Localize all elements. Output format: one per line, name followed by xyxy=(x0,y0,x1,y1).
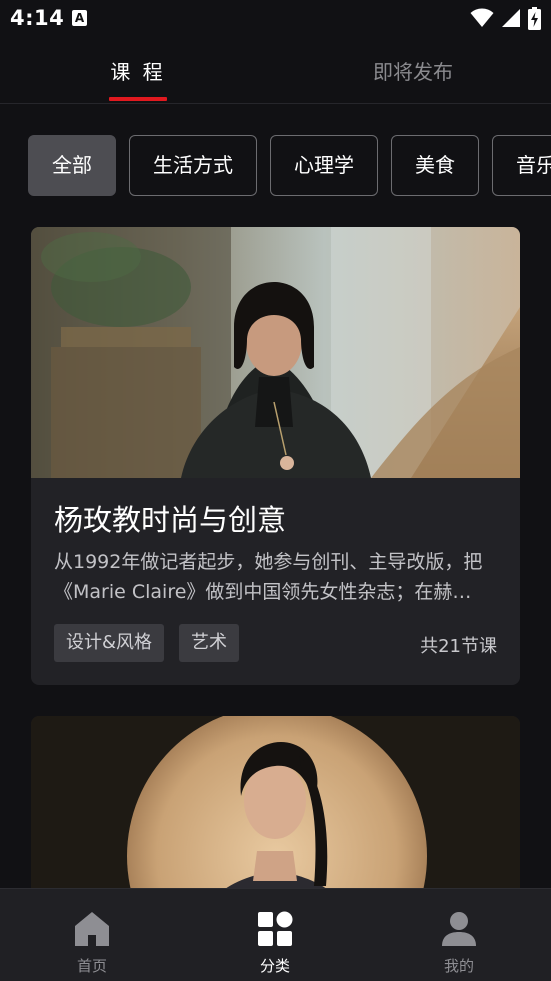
grid-icon xyxy=(258,911,293,946)
course-description-line: 从1992年做记者起步，她参与创刊、主导改版，把 xyxy=(54,551,483,573)
tab-courses[interactable]: 课 程 xyxy=(98,56,178,85)
course-tag[interactable]: 设计&风格 xyxy=(54,624,165,662)
course-description: 从1992年做记者起步，她参与创刊、主导改版，把 《Marie Claire》做… xyxy=(54,547,500,607)
status-time: 4:14 xyxy=(10,6,65,30)
active-tab-indicator xyxy=(109,97,167,101)
person-icon xyxy=(442,912,476,946)
course-cover-image xyxy=(31,227,520,478)
nav-home[interactable]: 首页 xyxy=(37,889,147,981)
course-tags: 设计&风格 艺术 xyxy=(54,624,240,662)
lesson-count: 共21节课 xyxy=(420,636,497,657)
nav-category[interactable]: 分类 xyxy=(220,889,330,981)
category-chip-all[interactable]: 全部 xyxy=(28,135,116,196)
course-screen: 4:14 A 课 程 即将发布 全部 生活方式 心理学 美食 音乐 杨玫教时尚与… xyxy=(0,0,551,981)
nav-mine[interactable]: 我的 xyxy=(404,889,514,981)
course-description-line: 《Marie Claire》做到中国领先女性杂志；在赫… xyxy=(54,581,472,603)
status-icons xyxy=(470,6,541,30)
signal-icon xyxy=(502,9,520,27)
category-chip-lifestyle[interactable]: 生活方式 xyxy=(129,135,257,196)
nav-mine-label: 我的 xyxy=(443,957,474,975)
nav-home-label: 首页 xyxy=(76,957,107,975)
course-card[interactable]: 杨玫教时尚与创意 从1992年做记者起步，她参与创刊、主导改版，把 《Marie… xyxy=(31,227,520,685)
tab-coming-soon[interactable]: 即将发布 xyxy=(353,56,473,85)
status-bar: 4:14 A xyxy=(0,0,551,38)
category-chip-music[interactable]: 音乐 xyxy=(492,135,551,196)
battery-charging-icon xyxy=(528,6,541,30)
top-tabs: 课 程 即将发布 xyxy=(0,42,551,104)
nav-category-label: 分类 xyxy=(259,957,290,975)
bottom-navigation: 首页 分类 我的 xyxy=(0,888,551,981)
course-card[interactable] xyxy=(31,716,520,916)
course-tag[interactable]: 艺术 xyxy=(179,624,240,662)
category-filter-bar: 全部 生活方式 心理学 美食 音乐 xyxy=(28,135,551,197)
wifi-icon xyxy=(470,8,494,27)
course-cover-image xyxy=(31,716,520,916)
a-letter-icon: A xyxy=(72,10,87,26)
category-chip-food[interactable]: 美食 xyxy=(391,135,479,196)
course-title: 杨玫教时尚与创意 xyxy=(54,503,287,537)
home-icon xyxy=(75,912,109,946)
category-chip-psychology[interactable]: 心理学 xyxy=(270,135,378,196)
